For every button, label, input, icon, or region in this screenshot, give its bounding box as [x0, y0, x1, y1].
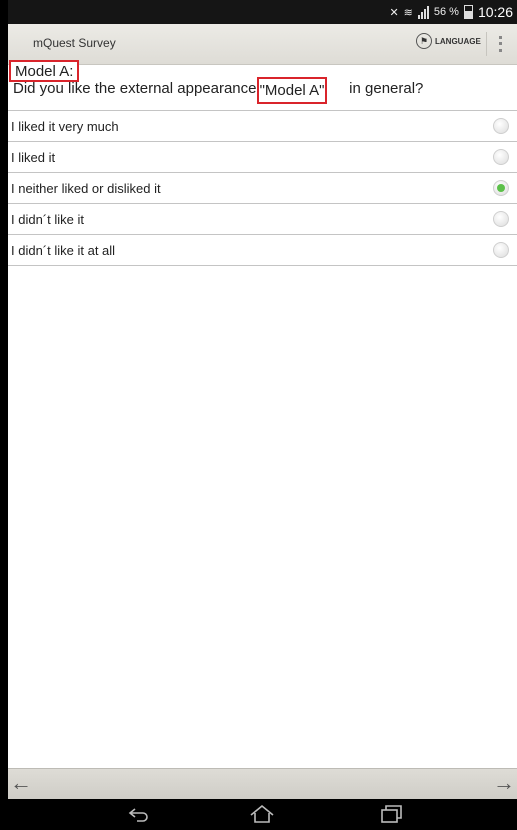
wifi-icon: ≋	[403, 6, 413, 19]
mute-icon: ✕	[389, 6, 399, 19]
battery-icon	[463, 5, 473, 19]
survey-screen: ✕ ≋ 56 % 10:26 mQuest Survey ⚑ LANGUAGE …	[8, 0, 517, 830]
question-text-after: in general?	[349, 80, 424, 97]
language-button[interactable]: ⚑ LANGUAGE	[416, 33, 481, 49]
arrow-right-icon[interactable]: →	[491, 771, 515, 795]
answer-label: I didn´t like it	[11, 212, 84, 227]
model-label: Model A:	[9, 60, 80, 82]
answer-option[interactable]: I liked it very much	[8, 110, 517, 141]
status-icons: ✕ ≋ 56 % 10:26	[389, 0, 513, 24]
question-text: Did you like the external appearance of i…	[13, 80, 423, 98]
question-text-before: Did you like the external appearance of	[13, 80, 274, 97]
radio-button[interactable]	[493, 149, 509, 165]
answer-list: I liked it very much I liked it I neithe…	[8, 110, 517, 266]
answer-option[interactable]: I didn´t like it	[8, 203, 517, 234]
battery-percent: 56 %	[433, 6, 459, 18]
signal-icon	[417, 5, 429, 19]
radio-button[interactable]	[493, 211, 509, 227]
radio-button-selected[interactable]	[493, 180, 509, 196]
survey-navigation-bar: ← →	[8, 768, 517, 799]
arrow-left-icon[interactable]: ←	[10, 771, 34, 795]
model-name-highlight: "Model A"	[257, 77, 327, 104]
app-title: mQuest Survey	[33, 36, 116, 50]
status-bar: ✕ ≋ 56 % 10:26	[8, 0, 517, 24]
answer-label: I liked it	[11, 150, 56, 165]
answer-option[interactable]: I neither liked or disliked it	[8, 172, 517, 203]
action-bar-divider	[486, 32, 487, 56]
radio-button[interactable]	[493, 242, 509, 258]
answer-option[interactable]: I didn´t like it at all	[8, 234, 517, 266]
action-bar: mQuest Survey ⚑ LANGUAGE	[8, 24, 517, 65]
back-icon[interactable]	[126, 803, 152, 825]
system-nav-bar	[8, 799, 517, 830]
home-icon[interactable]	[248, 803, 276, 825]
radio-button[interactable]	[493, 118, 509, 134]
answer-label: I liked it very much	[11, 119, 119, 134]
clock: 10:26	[477, 4, 513, 20]
overflow-menu-button[interactable]	[496, 34, 504, 54]
flag-icon: ⚑	[416, 33, 432, 49]
answer-label: I neither liked or disliked it	[11, 181, 161, 196]
recent-apps-icon[interactable]	[378, 803, 404, 825]
answer-label: I didn´t like it at all	[11, 243, 116, 258]
language-label: LANGUAGE	[435, 36, 481, 46]
answer-option[interactable]: I liked it	[8, 141, 517, 172]
